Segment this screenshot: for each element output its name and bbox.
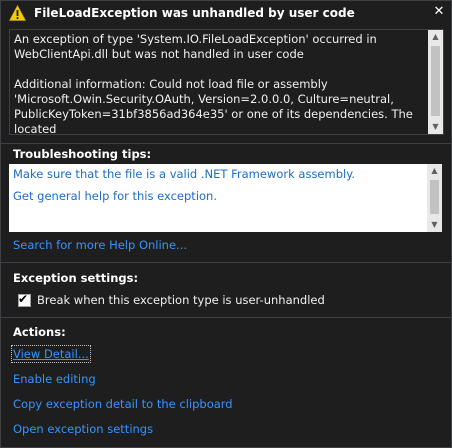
exception-dialog: FileLoadException was unhandled by user … — [0, 0, 452, 448]
scroll-down-icon[interactable]: ▼ — [428, 120, 443, 134]
message-scrollbar[interactable]: ▲ ▼ — [428, 30, 443, 134]
tip-link-valid-assembly[interactable]: Make sure that the file is a valid .NET … — [13, 167, 355, 181]
troubleshooting-tips-box[interactable]: Make sure that the file is a valid .NET … — [9, 164, 442, 232]
break-on-exception-label[interactable]: Break when this exception type is user-u… — [37, 293, 325, 307]
dialog-title: FileLoadException was unhandled by user … — [34, 6, 355, 20]
enable-editing-link[interactable]: Enable editing — [13, 372, 96, 386]
scroll-thumb[interactable] — [431, 46, 440, 116]
exception-message-text: An exception of type 'System.IO.FileLoad… — [14, 32, 413, 136]
copy-exception-detail-link[interactable]: Copy exception detail to the clipboard — [13, 397, 233, 411]
exception-settings-label: Exception settings: — [13, 271, 139, 285]
divider — [1, 317, 451, 318]
title-bar: FileLoadException was unhandled by user … — [1, 1, 451, 26]
close-icon[interactable]: ✕ — [430, 3, 448, 21]
open-exception-settings-link[interactable]: Open exception settings — [13, 422, 153, 436]
troubleshooting-label: Troubleshooting tips: — [13, 147, 152, 161]
scroll-thumb[interactable] — [430, 180, 439, 214]
checkmark-icon: ✔ — [18, 292, 29, 306]
tips-scrollbar[interactable]: ▲ ▼ — [427, 164, 442, 232]
divider — [1, 262, 451, 263]
warning-icon — [9, 5, 26, 21]
divider — [1, 143, 451, 144]
tip-link-general-help[interactable]: Get general help for this exception. — [13, 189, 217, 203]
scroll-up-icon[interactable]: ▲ — [428, 30, 443, 44]
scroll-down-icon[interactable]: ▼ — [427, 218, 442, 232]
view-detail-link[interactable]: View Detail... — [11, 345, 91, 363]
exception-message-box[interactable]: An exception of type 'System.IO.FileLoad… — [9, 29, 444, 136]
actions-label: Actions: — [13, 325, 66, 339]
search-help-online-link[interactable]: Search for more Help Online... — [13, 238, 187, 252]
break-on-exception-checkbox[interactable]: ✔ — [18, 292, 31, 307]
scroll-up-icon[interactable]: ▲ — [427, 164, 442, 178]
